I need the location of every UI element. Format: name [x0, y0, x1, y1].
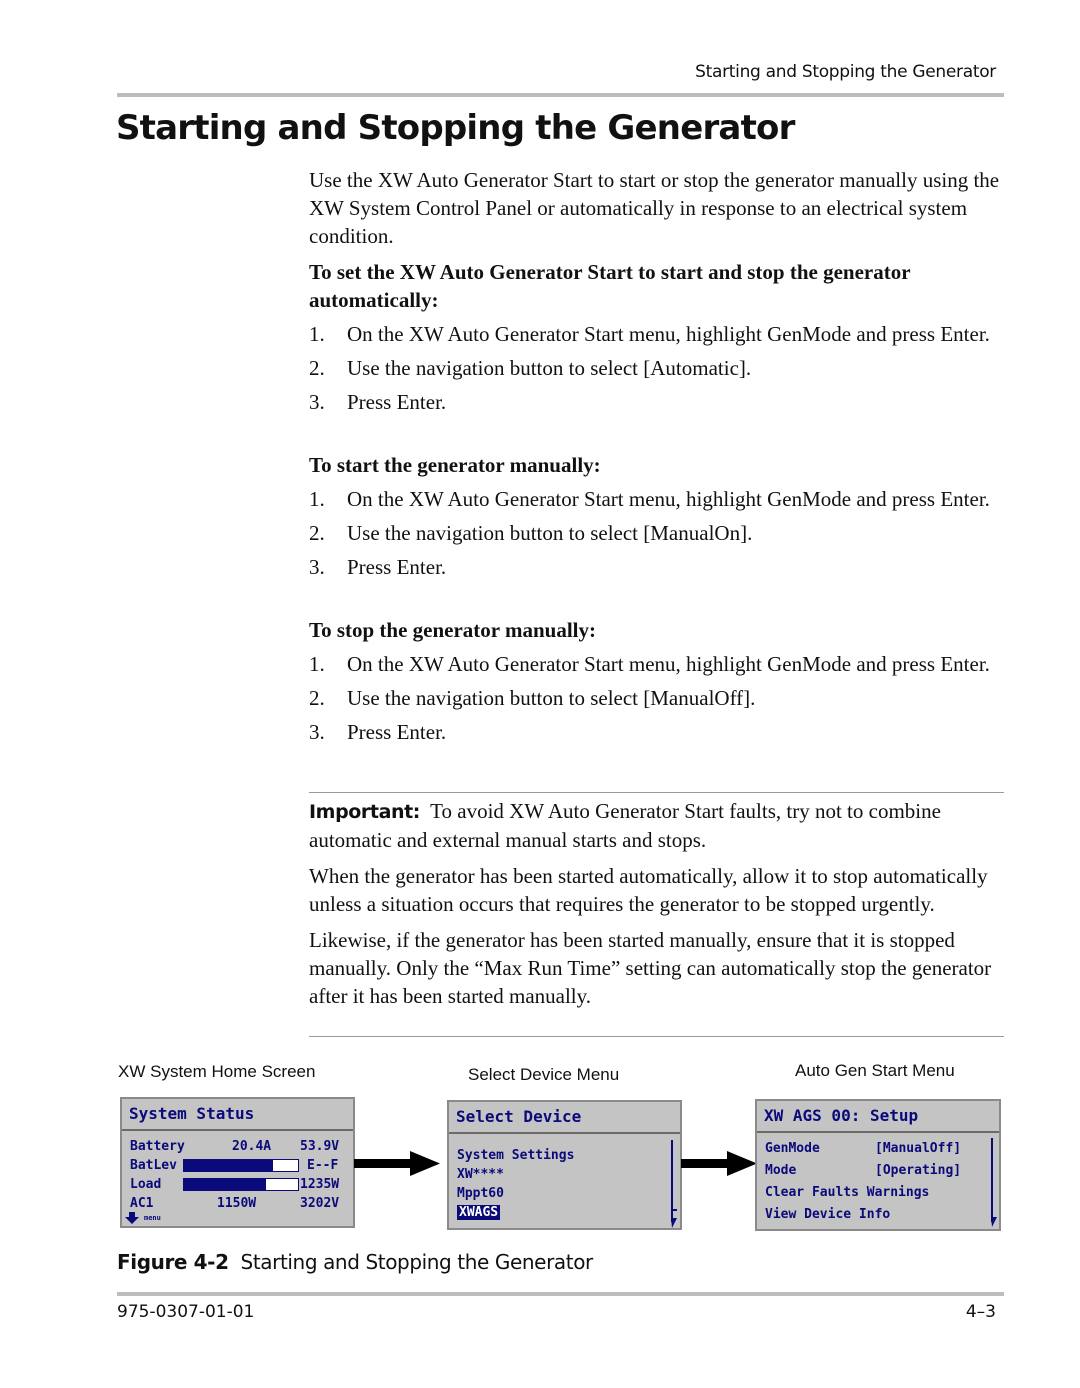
- ac1-voltage: 3202V: [300, 1196, 340, 1211]
- step-number: 1.: [309, 652, 325, 676]
- lcd-ags-setup: XW AGS 00: Setup GenMode [ManualOff] Mod…: [755, 1099, 1001, 1231]
- step-text: Press Enter.: [347, 555, 447, 579]
- step-item: 1. On the XW Auto Generator Start menu, h…: [309, 320, 1004, 348]
- figure-number: Figure 4-2: [117, 1250, 229, 1274]
- figure-caption: Figure 4-2 Starting and Stopping the Gen…: [117, 1250, 593, 1274]
- procedure-automatic: To set the XW Auto Generator Start to st…: [309, 258, 1004, 416]
- selected-highlight: XWAGS: [457, 1205, 501, 1220]
- load-bar: [183, 1178, 299, 1191]
- lcd-title: Select Device: [449, 1102, 680, 1134]
- battery-label: Battery: [130, 1139, 185, 1154]
- clear-faults-item[interactable]: Clear Faults Warnings: [765, 1185, 929, 1201]
- important-paragraph-2: When the generator has been started auto…: [309, 864, 988, 916]
- screen-label-ags: Auto Gen Start Menu: [795, 1061, 955, 1080]
- procedure-steps: 1. On the XW Auto Generator Start menu, h…: [309, 320, 1004, 416]
- step-text: Use the navigation button to select [Man…: [347, 686, 756, 710]
- arrow-right-icon: [354, 1151, 440, 1176]
- step-number: 2.: [309, 521, 325, 545]
- lcd-title: System Status: [122, 1099, 353, 1131]
- step-item: 3. Press Enter.: [309, 718, 1004, 746]
- load-bar-fill: [184, 1179, 267, 1190]
- procedure-heading: To stop the generator manually:: [309, 618, 597, 642]
- screen-label-select-device: Select Device Menu: [468, 1065, 620, 1084]
- view-device-info-item[interactable]: View Device Info: [765, 1207, 890, 1223]
- figure-caption-text: Starting and Stopping the Generator: [240, 1250, 594, 1274]
- device-item-selected[interactable]: XWAGS: [457, 1205, 501, 1221]
- step-item: 3. Press Enter.: [309, 388, 1004, 416]
- important-rule-bottom: [309, 1036, 1004, 1037]
- step-text: Press Enter.: [347, 390, 447, 414]
- device-item[interactable]: XW****: [457, 1167, 504, 1183]
- important-rule-top: [309, 792, 1004, 793]
- scroll-down-icon: [991, 1217, 997, 1227]
- page-title: Starting and Stopping the Generator: [116, 108, 795, 148]
- step-item: 2. Use the navigation button to select [M…: [309, 519, 1004, 547]
- step-text: Use the navigation button to select [Aut…: [347, 356, 752, 380]
- down-arrow-icon: [125, 1212, 139, 1224]
- important-paragraph-3: Likewise, if the generator has been star…: [309, 928, 992, 1008]
- battery-voltage: 53.9V: [300, 1139, 340, 1154]
- step-number: 2.: [309, 686, 325, 710]
- ac1-label: AC1: [130, 1196, 154, 1211]
- step-text: On the XW Auto Generator Start menu, hig…: [347, 322, 990, 346]
- intro-paragraph: Use the XW Auto Generator Start to start…: [309, 168, 1000, 248]
- mode-value: [Operating]: [875, 1163, 962, 1178]
- procedure-manual-stop: To stop the generator manually: 1. On the…: [309, 616, 1004, 746]
- batlev-scale: E--F: [307, 1158, 339, 1173]
- document-number: 975-0307-01-01: [117, 1302, 255, 1322]
- menu-hint: menu: [144, 1214, 161, 1222]
- important-note: Important: To avoid XW Auto Generator St…: [309, 797, 1004, 1010]
- step-text: On the XW Auto Generator Start menu, hig…: [347, 487, 990, 511]
- load-label: Load: [130, 1177, 162, 1192]
- arrow-right-icon: [681, 1151, 757, 1176]
- ac1-power: 1150W: [217, 1196, 257, 1211]
- header-rule: [117, 93, 1004, 97]
- step-item: 1. On the XW Auto Generator Start menu, h…: [309, 485, 1004, 513]
- step-number: 1.: [309, 322, 325, 346]
- load-value: 1235W: [300, 1177, 340, 1192]
- step-text: Use the navigation button to select [Man…: [347, 521, 753, 545]
- procedure-heading: To set the XW Auto Generator Start to st…: [309, 260, 911, 312]
- procedure-manual-start: To start the generator manually: 1. On th…: [309, 451, 1004, 581]
- step-item: 3. Press Enter.: [309, 553, 1004, 581]
- important-paragraph: Important: To avoid XW Auto Generator St…: [309, 797, 1004, 854]
- procedure-steps: 1. On the XW Auto Generator Start menu, h…: [309, 650, 1004, 746]
- genmode-value: [ManualOff]: [875, 1141, 962, 1156]
- procedure-heading: To start the generator manually:: [309, 453, 601, 477]
- device-item[interactable]: Mppt60: [457, 1186, 504, 1202]
- procedure-steps: 1. On the XW Auto Generator Start menu, h…: [309, 485, 1004, 581]
- intro-section: Use the XW Auto Generator Start to start…: [309, 166, 1004, 250]
- lcd-select-device: Select Device System Settings XW**** Mpp…: [447, 1100, 682, 1230]
- lcd-system-status: System Status Battery 20.4A 53.9V BatLev…: [120, 1097, 355, 1228]
- scrollbar[interactable]: [991, 1138, 993, 1222]
- step-item: 2. Use the navigation button to select [A…: [309, 354, 1004, 382]
- batlev-label: BatLev: [130, 1158, 177, 1173]
- step-text: Press Enter.: [347, 720, 447, 744]
- step-number: 3.: [309, 720, 325, 744]
- screen-label-home: XW System Home Screen: [118, 1062, 316, 1081]
- genmode-label[interactable]: GenMode: [765, 1141, 820, 1157]
- mode-label[interactable]: Mode: [765, 1163, 796, 1179]
- step-item: 2. Use the navigation button to select [M…: [309, 684, 1004, 712]
- footer-rule: [117, 1292, 1004, 1296]
- step-number: 2.: [309, 356, 325, 380]
- step-number: 3.: [309, 390, 325, 414]
- important-label: Important:: [309, 801, 421, 823]
- batlev-bar: [183, 1159, 299, 1172]
- page-number: 4–3: [965, 1302, 996, 1322]
- lcd-title: XW AGS 00: Setup: [757, 1101, 999, 1133]
- device-item[interactable]: System Settings: [457, 1148, 574, 1164]
- step-number: 1.: [309, 487, 325, 511]
- step-item: 1. On the XW Auto Generator Start menu, h…: [309, 650, 1004, 678]
- batlev-bar-fill: [184, 1160, 273, 1171]
- step-number: 3.: [309, 555, 325, 579]
- running-header: Starting and Stopping the Generator: [695, 62, 996, 82]
- battery-current: 20.4A: [232, 1139, 272, 1154]
- step-text: On the XW Auto Generator Start menu, hig…: [347, 652, 990, 676]
- scroll-down-icon: [671, 1209, 677, 1228]
